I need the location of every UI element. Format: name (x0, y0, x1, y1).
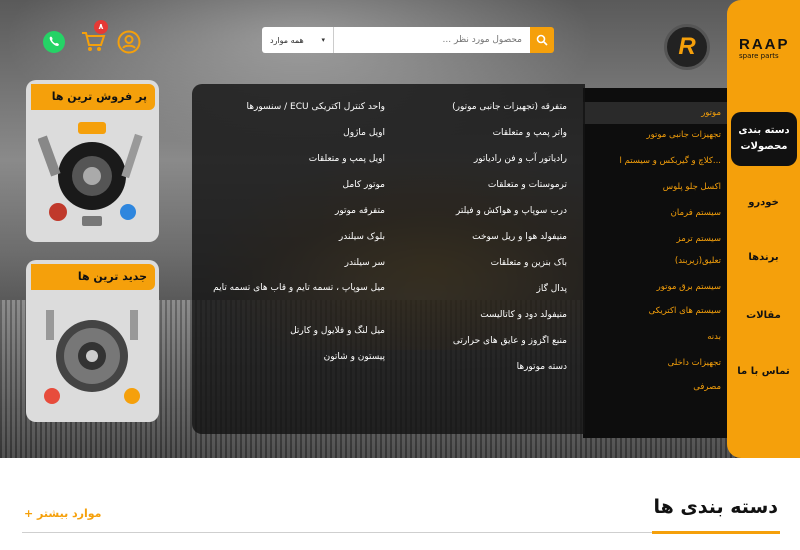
brand-logo-badge[interactable]: R (664, 24, 710, 70)
submenu-link[interactable]: منیفولد هوا و ریل سوخت (472, 232, 567, 242)
brand-mark: R (678, 33, 696, 60)
submenu-link[interactable]: منبع اگزوز و عایق های حرارتی (453, 336, 567, 346)
best-sellers-title: پر فروش ترین ها (31, 84, 155, 110)
best-sellers-card[interactable]: پر فروش ترین ها (26, 80, 159, 242)
search-category-select[interactable]: ▾ همه موارد (262, 27, 334, 53)
category-item[interactable]: تجهیزات داخلی (668, 358, 721, 368)
parts-collage-image (38, 122, 143, 226)
submenu-link[interactable]: پدال گاز (536, 284, 567, 294)
submenu-link[interactable]: ترموستات و متعلقات (488, 180, 567, 190)
submenu-link[interactable]: درب سوپاپ و هواکش و فیلتر (456, 206, 567, 216)
submenu-link[interactable]: بلوک سیلندر (339, 232, 385, 242)
mega-menu: متفرقه (تجهیزات جانبی موتور) واتر پمپ و … (192, 84, 585, 434)
search-bar: ▾ همه موارد (262, 27, 554, 53)
submenu-link[interactable]: منیفولد دود و کاتالیست (480, 310, 567, 320)
nav-item-brands[interactable]: برندها (727, 252, 800, 263)
submenu-link[interactable]: متفرقه موتور (335, 206, 385, 216)
submenu-link[interactable]: واحد کنترل اکتریکی ECU / سنسورها (247, 102, 385, 112)
category-item[interactable]: سیستم برق موتور (657, 282, 721, 292)
submenu-link[interactable]: میل لنگ و فلایول و کارتل (290, 326, 385, 336)
category-item[interactable]: مصرفی (693, 382, 721, 392)
submenu-link[interactable]: سر سیلندر (345, 258, 385, 268)
category-item[interactable]: اکسل جلو پلوس (663, 182, 721, 192)
nav-item-contact[interactable]: تماس با ما (727, 366, 800, 377)
category-item[interactable]: تجهیزات جانبی موتور (647, 130, 721, 140)
submenu-link[interactable]: دسته موتورها (517, 362, 567, 372)
newest-title: جدید ترین ها (31, 264, 155, 290)
submenu-link[interactable]: رادیاتور آب و فن رادیاتور (474, 154, 567, 164)
submenu-link[interactable]: متفرقه (تجهیزات جانبی موتور) (452, 102, 567, 112)
brand-name: RAAP (739, 36, 790, 53)
category-item-engine[interactable]: موتور (583, 102, 727, 124)
category-item[interactable]: سیستم فرمان (671, 208, 721, 218)
category-list: موتور تجهیزات جانبی موتور کلاچ و گیربکس … (583, 88, 727, 438)
clutch-parts-image (44, 310, 140, 404)
cart-count-badge: ۸ (94, 20, 108, 34)
category-item[interactable]: بدنه (707, 332, 721, 342)
category-item[interactable]: کلاچ و گیربکس و سیستم ا... (620, 156, 722, 166)
brand-logo[interactable]: RAAP spare parts (739, 36, 799, 60)
whatsapp-icon[interactable] (42, 30, 66, 54)
more-link[interactable]: + موارد بیشتر (24, 507, 101, 520)
brand-tagline: spare parts (739, 52, 779, 60)
main-nav: RAAP spare parts دسته بندی محصولات خودرو… (727, 0, 800, 458)
submenu-link[interactable]: اویل پمپ و متعلقات (309, 154, 385, 164)
category-item[interactable]: تعلیق(زیربند) (675, 256, 721, 266)
nav-item-articles[interactable]: مقالات (727, 310, 800, 321)
submenu-link[interactable]: اویل ماژول (343, 128, 385, 138)
category-item[interactable]: سیستم ترمز (677, 234, 722, 244)
submenu-link[interactable]: باک بنزین و متعلقات (491, 258, 567, 268)
section-divider-accent (652, 531, 780, 534)
section-title: دسته بندی ها (653, 496, 778, 518)
search-button[interactable] (530, 27, 554, 53)
nav-item-car[interactable]: خودرو (727, 197, 800, 208)
chevron-down-icon: ▾ (321, 36, 325, 44)
newest-card[interactable]: جدید ترین ها (26, 260, 159, 422)
category-item[interactable]: سیستم های اکتریکی (649, 306, 721, 316)
submenu-link[interactable]: پیستون و شاتون (324, 352, 385, 362)
nav-item-categories[interactable]: دسته بندی محصولات (731, 112, 797, 166)
submenu-link[interactable]: موتور کامل (343, 180, 386, 190)
submenu-link[interactable]: واتر پمپ و متعلقات (493, 128, 567, 138)
search-input[interactable] (334, 27, 530, 53)
submenu-link[interactable]: میل سوپاپ ، تسمه تایم و قاب های تسمه تای… (210, 280, 385, 297)
user-account-icon[interactable] (117, 30, 141, 54)
search-category-label: همه موارد (270, 35, 304, 45)
search-icon (536, 34, 548, 46)
